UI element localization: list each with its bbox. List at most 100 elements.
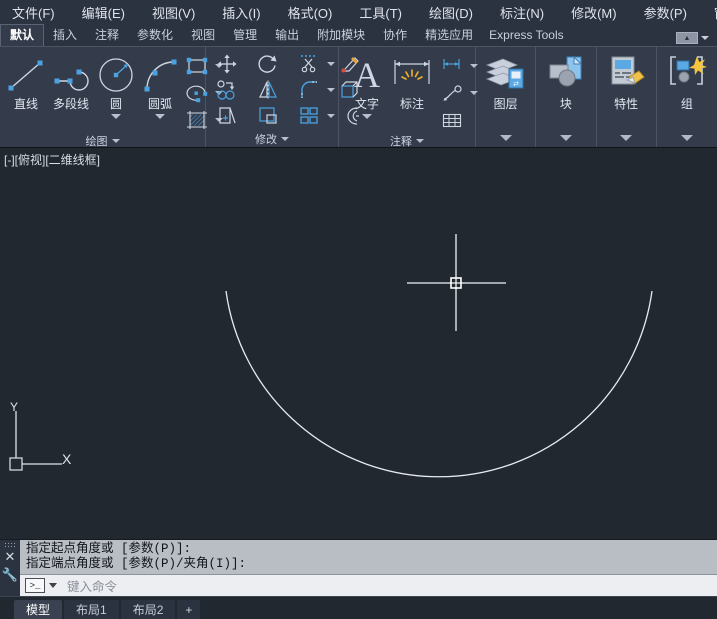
menu-modify[interactable]: 修改(M): [571, 3, 630, 22]
panel-annotation-title-label: 注释: [390, 136, 412, 148]
ribbon-tab-annotate[interactable]: 注释: [86, 25, 128, 46]
tool-scale[interactable]: [253, 103, 294, 129]
panel-group-expand-icon[interactable]: [680, 135, 693, 141]
svg-text:⇄: ⇄: [513, 81, 519, 88]
command-input[interactable]: 键入命令: [67, 576, 117, 595]
panel-modify-expand-icon[interactable]: [281, 137, 289, 141]
menu-edit[interactable]: 编辑(E): [82, 3, 138, 22]
ribbon-tab-home[interactable]: 默认: [0, 24, 45, 46]
group-icon: [664, 53, 710, 93]
menu-tools[interactable]: 工具(T): [359, 3, 415, 22]
line-icon: [4, 53, 48, 97]
command-input-row[interactable]: >_ 键入命令: [20, 574, 717, 596]
drawing-canvas[interactable]: [-][俯视][二维线框] Y X: [0, 148, 717, 539]
tool-move[interactable]: [212, 51, 253, 77]
panel-properties-expand-icon[interactable]: [620, 135, 633, 141]
tool-text-label: 文字: [354, 97, 379, 111]
chevron-down-icon[interactable]: [701, 36, 709, 40]
panel-block-expand-icon[interactable]: [559, 135, 572, 141]
tool-dimension[interactable]: 标注: [387, 51, 437, 111]
ribbon-tab-view[interactable]: 视图: [182, 25, 224, 46]
add-layout-button[interactable]: +: [177, 600, 201, 619]
tool-table[interactable]: [437, 107, 478, 133]
copy-icon: [212, 77, 242, 103]
panel-draw-expand-icon[interactable]: [111, 139, 120, 143]
menu-parametric[interactable]: 参数(P): [644, 3, 700, 22]
tool-trim-dropdown-icon[interactable]: [327, 62, 335, 66]
tool-polyline-label: 多段线: [52, 97, 89, 111]
ribbon-tab-featured-apps[interactable]: 精选应用: [416, 25, 482, 46]
menu-file[interactable]: 文件(F): [12, 3, 68, 22]
ribbon-tab-manage[interactable]: 管理: [224, 25, 266, 46]
ribbon-tab-insert[interactable]: 插入: [44, 25, 86, 46]
panel-modify-body: [206, 49, 359, 131]
polyline-icon: [48, 53, 94, 97]
tool-stretch[interactable]: [212, 103, 253, 129]
canvas-geometry: [9, 234, 653, 478]
trim-icon: [294, 51, 324, 77]
annotation-small-tools: [437, 51, 478, 133]
command-prompt-icon[interactable]: >_: [25, 578, 45, 593]
wrench-icon[interactable]: 🔧: [2, 565, 18, 585]
panel-annotation-title[interactable]: 注释: [339, 133, 475, 149]
close-icon[interactable]: ✕: [5, 550, 16, 563]
menu-format[interactable]: 格式(O): [288, 3, 346, 22]
ribbon-tab-output[interactable]: 输出: [266, 25, 308, 46]
ribbon-minimize-icon[interactable]: ▲: [676, 32, 698, 44]
tool-line-label: 直线: [13, 97, 38, 111]
tool-array-dropdown-icon[interactable]: [327, 114, 335, 118]
ribbon-minimize-control[interactable]: ▲: [676, 32, 709, 44]
tool-fillet[interactable]: [294, 77, 335, 103]
tool-copy[interactable]: [212, 77, 253, 103]
command-history-line-1: 指定起点角度或 [参数(P)]:: [26, 542, 192, 556]
ribbon-tab-parametric[interactable]: 参数化: [128, 25, 182, 46]
tool-polyline[interactable]: 多段线: [48, 51, 94, 111]
panel-properties-label: 特性: [614, 97, 639, 111]
scale-icon: [253, 103, 283, 129]
tool-text-dropdown-icon[interactable]: [362, 114, 372, 119]
panel-layers-expand-icon[interactable]: [499, 135, 512, 141]
panel-layers[interactable]: ⇄ 图层: [476, 47, 537, 147]
tool-circle-dropdown-icon[interactable]: [111, 114, 121, 119]
fillet-icon: [294, 77, 324, 103]
tool-leader[interactable]: [437, 80, 478, 106]
tool-linear-dimension[interactable]: [437, 53, 478, 79]
panel-modify-title[interactable]: 修改: [206, 131, 338, 147]
tool-rotate[interactable]: [253, 51, 294, 77]
ribbon-tab-collaborate[interactable]: 协作: [374, 25, 416, 46]
block-icon: [543, 53, 589, 93]
command-prompt-dropdown-icon[interactable]: [49, 583, 57, 588]
tool-array[interactable]: [294, 103, 335, 129]
panel-group[interactable]: 组: [657, 47, 717, 147]
menu-dimension[interactable]: 标注(N): [500, 3, 557, 22]
tool-line[interactable]: 直线: [4, 51, 48, 111]
tool-trim[interactable]: [294, 51, 335, 77]
menu-view[interactable]: 视图(V): [152, 3, 208, 22]
layers-icon: ⇄: [483, 53, 529, 93]
mirror-icon: [253, 77, 283, 103]
crosshair-cursor: [407, 234, 506, 331]
array-icon: [294, 103, 324, 129]
ribbon-tab-addins[interactable]: 附加模块: [308, 25, 374, 46]
ribbon-tab-express-tools[interactable]: Express Tools: [482, 25, 570, 46]
menu-insert[interactable]: 插入(I): [222, 3, 273, 22]
tab-model[interactable]: 模型: [14, 600, 63, 619]
tab-layout2[interactable]: 布局2: [120, 600, 176, 619]
menu-bar: 文件(F) 编辑(E) 视图(V) 插入(I) 格式(O) 工具(T) 绘图(D…: [0, 0, 717, 25]
panel-annotation-expand-icon[interactable]: [416, 139, 424, 143]
tab-layout1[interactable]: 布局1: [64, 600, 119, 619]
panel-properties[interactable]: 特性: [597, 47, 657, 147]
panel-block[interactable]: 块: [536, 47, 597, 147]
layout-tab-bar: 模型 布局1 布局2 +: [0, 596, 717, 619]
panel-draw-title[interactable]: 绘图: [0, 133, 205, 149]
drag-handle-icon[interactable]: [4, 542, 16, 549]
menu-draw[interactable]: 绘图(D): [429, 3, 486, 22]
panel-draw: 直线 多段线 圆 圆弧 绘图: [0, 47, 223, 149]
tool-arc[interactable]: 圆弧: [138, 51, 182, 119]
tool-mirror[interactable]: [253, 77, 294, 103]
tool-text[interactable]: A 文字: [347, 51, 387, 119]
tool-arc-dropdown-icon[interactable]: [155, 114, 165, 119]
move-icon: [212, 51, 242, 77]
tool-fillet-dropdown-icon[interactable]: [327, 88, 335, 92]
tool-circle[interactable]: 圆: [94, 51, 138, 119]
